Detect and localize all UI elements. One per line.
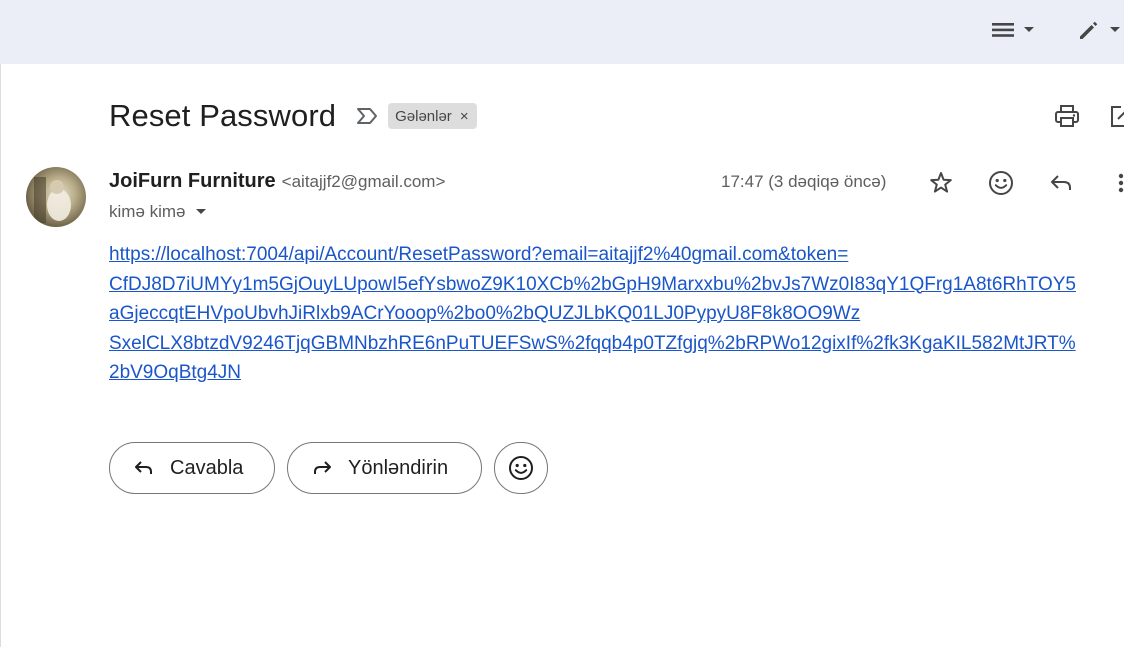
show-details-button[interactable] xyxy=(194,202,208,222)
forward-button[interactable]: Yönləndirin xyxy=(287,442,482,494)
view-density-button[interactable] xyxy=(990,14,1036,46)
sender-email: <aitajjf2@gmail.com> xyxy=(281,172,446,191)
sender-line: JoiFurn Furniture <aitajjf2@gmail.com> xyxy=(109,170,445,193)
add-reaction-button[interactable] xyxy=(983,167,1019,203)
emoji-icon xyxy=(987,169,1015,202)
link-line: SxelCLX8btzdV9246TjqGBMNbzhRE6nPuTUEFSwS… xyxy=(109,332,1076,354)
emoji-icon xyxy=(507,454,535,482)
reply-icon xyxy=(1047,169,1075,202)
more-vert-icon xyxy=(1116,169,1124,202)
sender-avatar[interactable] xyxy=(26,167,86,227)
caret-down-icon xyxy=(194,202,208,222)
link-line: aGjeccqtEHVpoUbvhJiRlxb9ACrYooop%2bo0%2b… xyxy=(109,303,861,324)
star-button[interactable] xyxy=(923,167,959,203)
reply-button-label: Cavabla xyxy=(170,456,244,479)
open-in-new-icon xyxy=(1109,106,1124,134)
recipient-line: kimə kimə xyxy=(109,202,208,222)
top-toolbar xyxy=(0,0,1124,64)
chevron-down-icon xyxy=(1108,25,1122,35)
pencil-icon xyxy=(1076,17,1102,43)
subject-row: Reset Password Gələnlər × xyxy=(109,96,477,136)
importance-marker-icon[interactable] xyxy=(354,103,380,129)
link-line: CfDJ8D7iUMYy1m5GjOuyLUpowI5efYsbwoZ9K10X… xyxy=(109,273,1076,295)
recipient-text: kimə kimə xyxy=(109,202,186,221)
emoji-reaction-button[interactable] xyxy=(494,442,548,494)
view-list-icon xyxy=(990,20,1016,40)
print-icon xyxy=(1053,105,1081,134)
reply-icon xyxy=(132,456,156,480)
email-timestamp: 17:47 (3 dəqiqə öncə) xyxy=(721,172,887,191)
avatar-photo xyxy=(34,177,71,223)
reply-button[interactable]: Cavabla xyxy=(109,442,275,494)
print-button[interactable] xyxy=(1053,102,1081,135)
forward-icon xyxy=(310,456,334,480)
email-subject: Reset Password xyxy=(109,98,337,133)
label-chip-text: Gələnlər xyxy=(395,107,452,125)
reply-icon-button[interactable] xyxy=(1043,167,1079,203)
link-line: https://localhost:7004/api/Account/Reset… xyxy=(109,244,849,265)
remove-label-button[interactable]: × xyxy=(460,108,469,125)
sender-name[interactable]: JoiFurn Furniture xyxy=(109,170,276,193)
star-icon xyxy=(928,170,954,201)
link-line: 2bV9OqBtg4JN xyxy=(109,362,242,383)
compose-button[interactable] xyxy=(1076,14,1122,46)
chevron-down-icon xyxy=(1022,25,1036,35)
more-options-button[interactable] xyxy=(1103,167,1124,203)
open-in-new-window-button[interactable] xyxy=(1109,102,1124,135)
reset-password-link[interactable]: https://localhost:7004/api/Account/Reset… xyxy=(109,240,1105,388)
label-chip-inbox: Gələnlər × xyxy=(388,103,477,129)
forward-button-label: Yönləndirin xyxy=(348,456,449,479)
email-view: Reset Password Gələnlər × JoiFurn Furnit… xyxy=(0,64,1124,647)
